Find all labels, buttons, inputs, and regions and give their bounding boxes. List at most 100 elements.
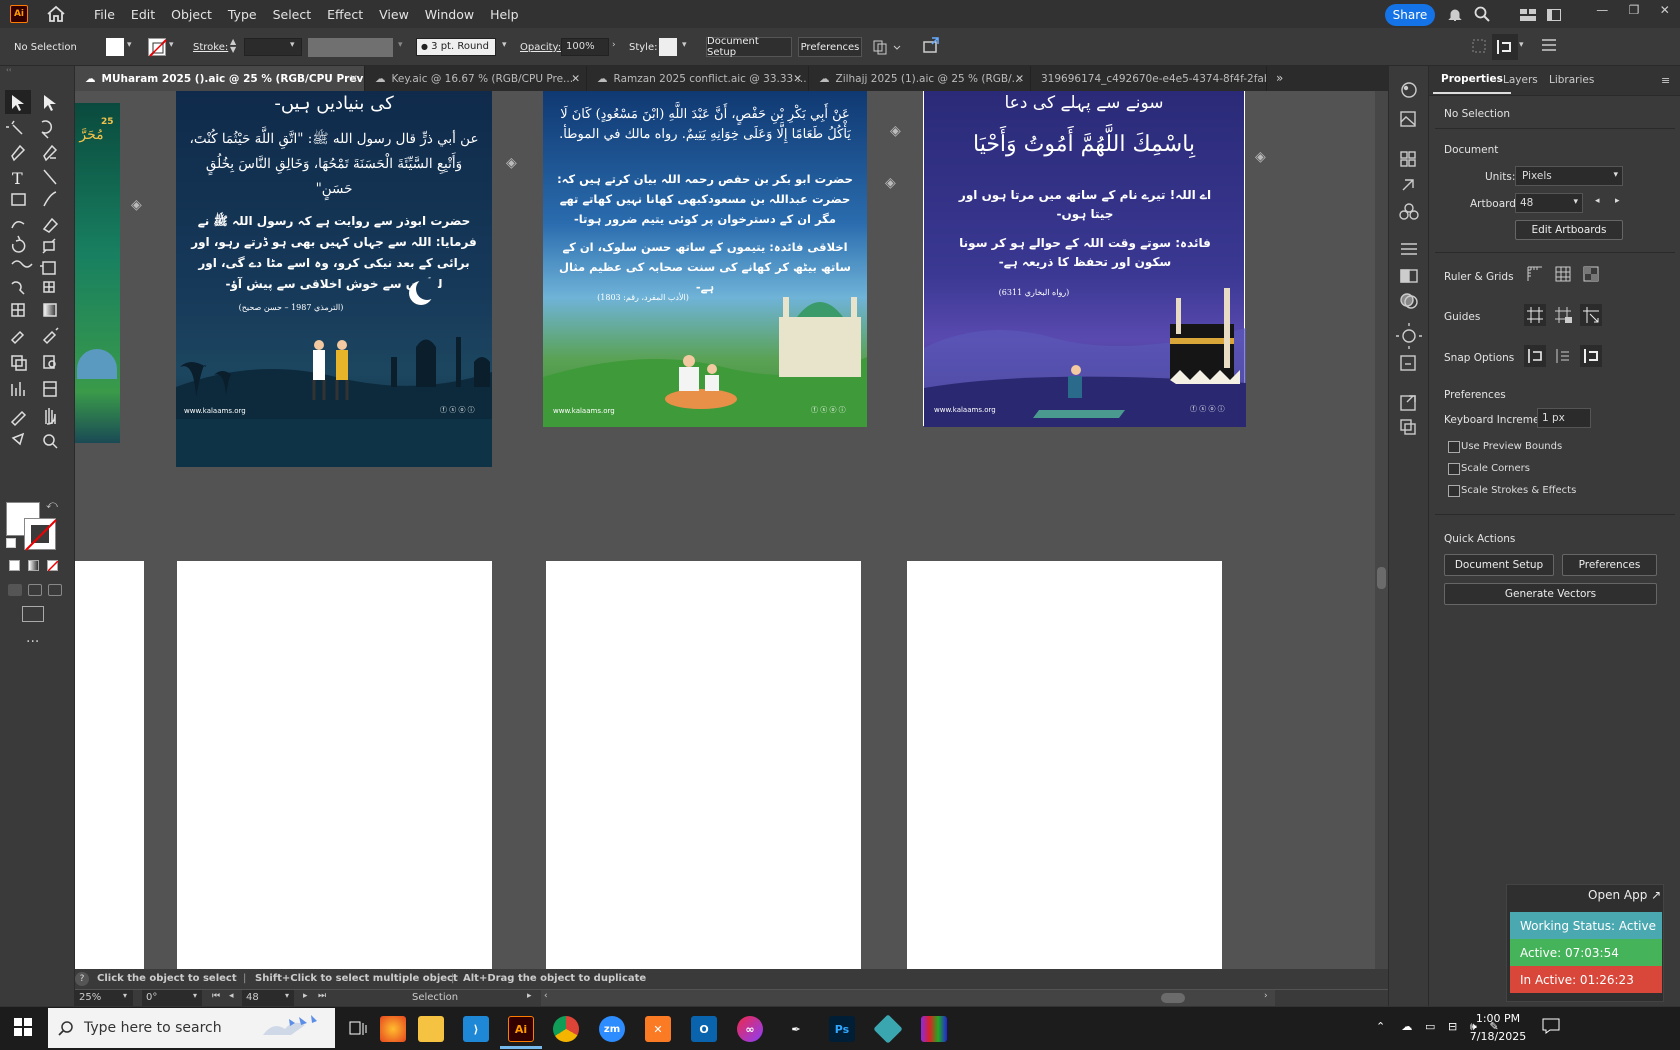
none-mode-icon[interactable] [47, 560, 59, 572]
open-app-link[interactable]: Open App ↗ [1588, 888, 1661, 902]
artboard-nav-arrow-icon[interactable]: ◈ [506, 155, 517, 171]
artboard-nav-arrow-icon[interactable]: ◈ [1255, 149, 1266, 165]
menu-type[interactable]: Type [220, 7, 265, 22]
zoom-icon[interactable]: zm [599, 1016, 625, 1042]
artboard-partial-left[interactable]: 25 مُحَرَّ [75, 103, 120, 443]
horizontal-scrollbar[interactable]: ‹ › [541, 990, 1275, 1006]
creative-cloud-icon[interactable]: ∞ [737, 1016, 763, 1042]
artboard-nav-arrow-icon[interactable]: ◈ [890, 123, 901, 139]
more-tools-icon[interactable]: ··· [26, 634, 39, 650]
chevron-down-icon[interactable]: ▾ [169, 40, 174, 50]
workspace-icon[interactable] [1547, 9, 1561, 21]
fill-swatch[interactable] [106, 38, 124, 56]
launch-icon[interactable] [922, 36, 940, 54]
gradient-mode-icon[interactable] [28, 560, 39, 571]
next-artboard-icon[interactable]: ▸ [1615, 196, 1620, 206]
stroke-stepper-icon[interactable]: ▲ ▼ [230, 38, 236, 54]
graphic-style-swatch[interactable] [659, 38, 677, 56]
align-icon[interactable] [1472, 39, 1486, 53]
scroll-left-icon[interactable]: ‹ [544, 991, 548, 1001]
minimize-icon[interactable]: — [1596, 3, 1608, 19]
close-tab-icon[interactable]: ✕ [571, 73, 580, 85]
arrange-icon[interactable] [872, 38, 902, 56]
search-icon[interactable] [1474, 6, 1490, 22]
draw-behind-icon[interactable] [28, 584, 42, 596]
menu-select[interactable]: Select [265, 7, 320, 22]
more-tabs-icon[interactable]: » [1276, 71, 1283, 85]
lock-guides-icon[interactable] [1552, 304, 1574, 326]
tab-libraries[interactable]: Libraries [1541, 66, 1602, 94]
chevron-down-icon[interactable]: ▾ [502, 40, 507, 50]
keyboard-icon[interactable]: ▭ [1425, 1020, 1435, 1036]
tab-muharam[interactable]: ☁ MUharam 2025 ().aic @ 25 % (RGB/CPU Pre… [75, 66, 365, 91]
vscode-icon[interactable]: ⟩ [463, 1016, 489, 1042]
chevron-down-icon[interactable]: ▾ [290, 40, 295, 50]
onedrive-icon[interactable]: ☁ [1401, 1020, 1412, 1036]
taskbar-search-box[interactable]: Type here to search [48, 1008, 335, 1048]
swap-colors-icon[interactable]: ⤺ [46, 498, 58, 512]
next-artboard-icon[interactable]: ▸ [303, 991, 308, 1001]
home-icon[interactable] [46, 5, 66, 23]
chevron-down-icon[interactable]: ▾ [193, 991, 197, 1000]
file-explorer-icon[interactable] [418, 1016, 444, 1042]
default-colors-icon[interactable] [6, 538, 16, 548]
menu-help[interactable]: Help [482, 7, 527, 22]
artboard-sleep-dua[interactable]: سونے سے پہلے کی دعا بِاسْمِكَ اللَّهُمَّ… [923, 91, 1246, 427]
variable-width-profile[interactable] [308, 38, 393, 57]
snap-to-pixel-icon[interactable] [1580, 345, 1602, 367]
menu-view[interactable]: View [371, 7, 417, 22]
scroll-thumb[interactable] [1161, 993, 1185, 1003]
inkscape-icon[interactable]: ✒ [783, 1016, 809, 1042]
artboard-blank-4[interactable] [907, 561, 1222, 969]
artboard-canvas[interactable]: 25 مُحَرَّ کی بنیادیں ہیں- عن أبي ذرٍّ ق… [75, 91, 1388, 969]
scale-strokes-checkbox[interactable] [1448, 485, 1460, 497]
hamburger-icon[interactable] [1542, 39, 1556, 51]
maximize-icon[interactable]: ❐ [1629, 3, 1640, 19]
close-icon[interactable]: ✕ [1660, 3, 1670, 19]
photoshop-icon[interactable]: Ps [829, 1016, 855, 1042]
stroke-swatch[interactable] [148, 38, 167, 57]
keyboard-increment-field[interactable]: 1 px [1537, 408, 1591, 428]
menu-file[interactable]: File [86, 7, 123, 22]
share-button[interactable]: Share [1385, 4, 1435, 26]
snap-to-point-icon[interactable] [1524, 345, 1546, 367]
menu-edit[interactable]: Edit [123, 7, 163, 22]
draw-normal-icon[interactable] [8, 584, 22, 596]
tab-file-319696174[interactable]: 319696174_c492670e-e4e5-4374-8f4f-2fab45… [1031, 66, 1267, 91]
smart-guides-icon[interactable] [1580, 304, 1602, 326]
task-view-icon[interactable] [346, 1016, 372, 1042]
artboard-blank-3[interactable] [546, 561, 861, 969]
chevron-down-icon[interactable]: ▾ [127, 40, 132, 50]
artboard-akhlaq[interactable]: کی بنیادیں ہیں- عن أبي ذرٍّ قال رسول الل… [176, 91, 492, 467]
clock-time[interactable]: 1:00 PM [1468, 1012, 1528, 1025]
arrange-documents-icon[interactable] [1520, 9, 1536, 21]
artboard-blank-1[interactable] [75, 561, 144, 969]
clock-date[interactable]: 7/18/2025 [1460, 1030, 1536, 1043]
show-hidden-icons-icon[interactable]: ⌃ [1376, 1020, 1385, 1033]
artboard-nav-arrow-icon[interactable]: ◈ [131, 197, 142, 213]
snap-to-grid-icon[interactable] [1552, 345, 1574, 367]
units-select[interactable]: Pixels ▾ [1515, 166, 1623, 186]
xampp-icon[interactable]: ✕ [645, 1016, 671, 1042]
close-tab-icon[interactable]: ✕ [1015, 73, 1024, 85]
close-tab-icon[interactable]: ✕ [349, 73, 358, 85]
stroke-color-box[interactable] [24, 518, 57, 551]
notification-icon[interactable] [1542, 1018, 1560, 1034]
outlook-icon[interactable]: O [691, 1016, 717, 1042]
tab-zilhajj[interactable]: ☁ Zilhajj 2025 (1).aic @ 25 % (RGB/... ✕ [809, 66, 1031, 91]
document-setup-button[interactable]: Document Setup [706, 36, 792, 58]
color-mode-icon[interactable] [9, 560, 20, 571]
brush-definition[interactable]: ● 3 pt. Round [416, 38, 496, 56]
chevron-down-icon[interactable]: ▾ [285, 991, 289, 1000]
chevron-right-icon[interactable]: › [612, 40, 616, 50]
show-guides-icon[interactable] [1524, 304, 1546, 326]
scale-corners-checkbox[interactable] [1448, 463, 1460, 475]
scroll-thumb[interactable] [1377, 567, 1386, 589]
panel-menu-icon[interactable]: ≡ [1661, 74, 1670, 87]
previous-artboard-icon[interactable]: ◂ [1595, 196, 1600, 206]
network-icon[interactable]: ⊟ [1448, 1020, 1457, 1036]
ruler-icon[interactable] [1527, 266, 1543, 282]
firefox-icon[interactable] [380, 1016, 406, 1042]
artboard-nav-arrow-icon[interactable]: ◈ [885, 175, 896, 191]
winrar-icon[interactable] [921, 1016, 947, 1042]
